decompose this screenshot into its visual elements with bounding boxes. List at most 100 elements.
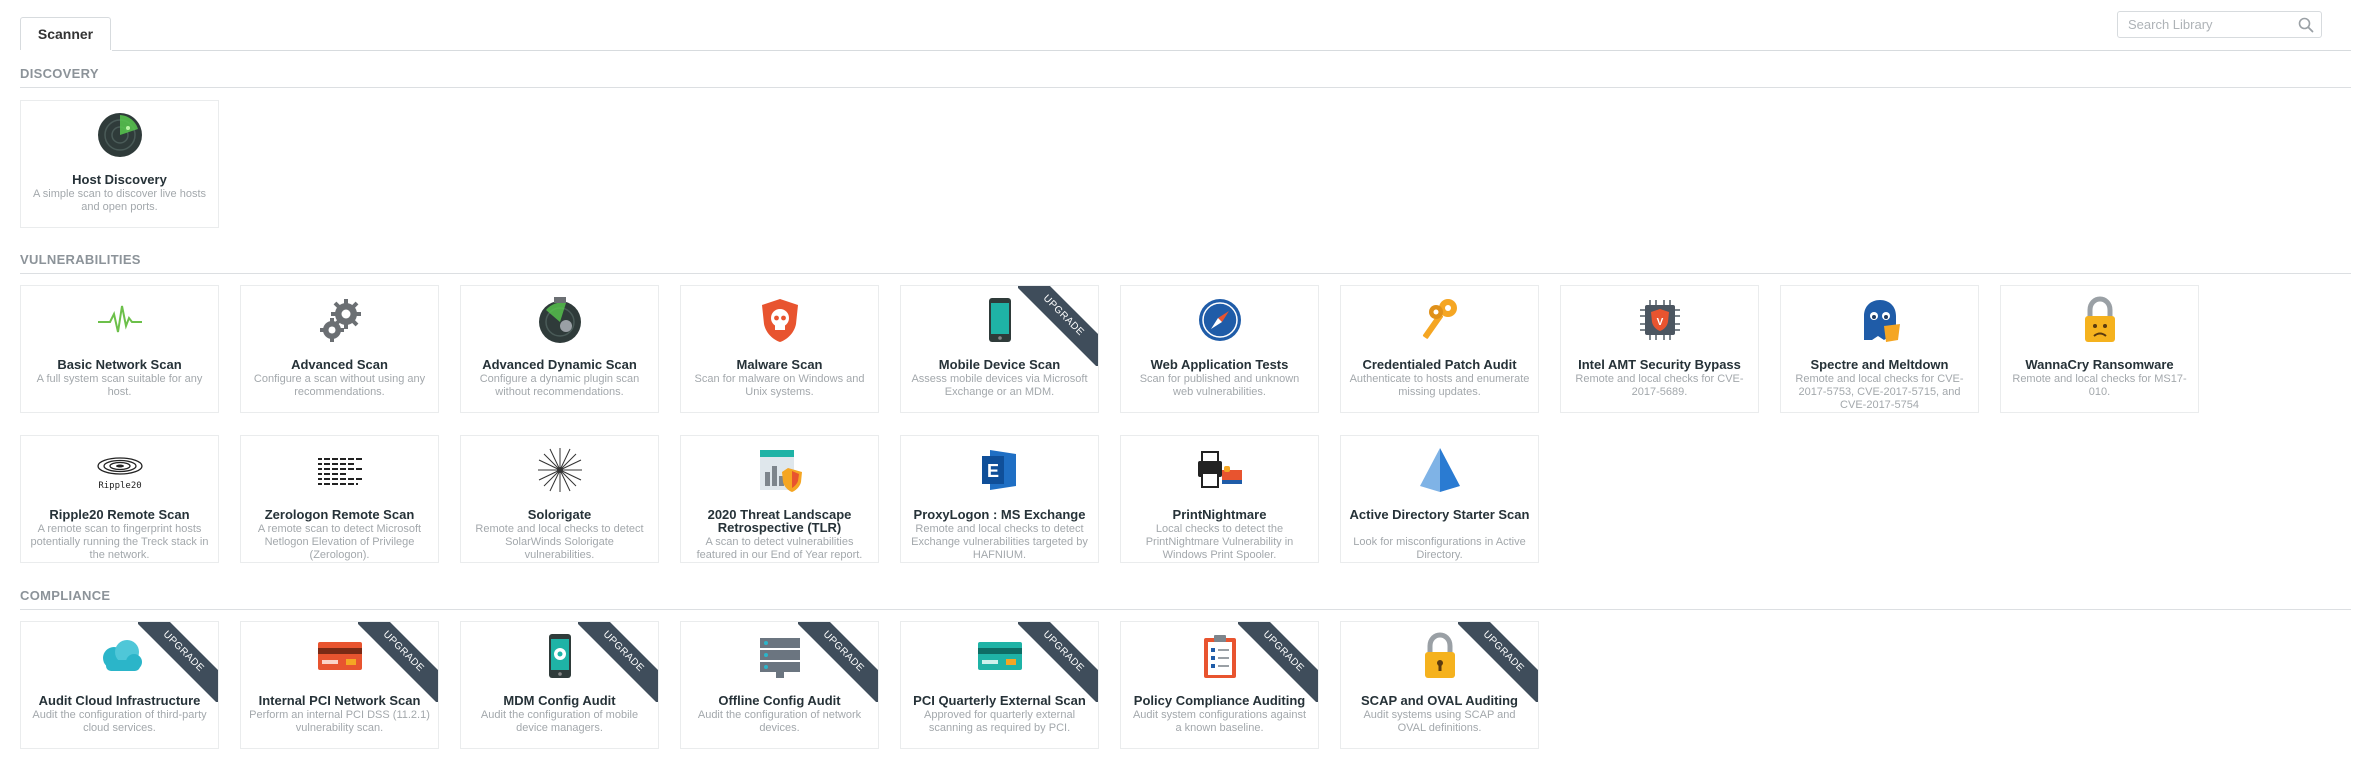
card-offline-config-audit[interactable]: Offline Config Audit Audit the configura…	[680, 621, 879, 749]
card-description: Remote and local checks for MS17-010.	[2012, 373, 2187, 398]
upgrade-ribbon: UPGRADE	[1238, 622, 1318, 702]
card-malware-scan[interactable]: Malware Scan Scan for malware on Windows…	[680, 285, 879, 413]
card-host-discovery[interactable]: Host Discovery A simple scan to discover…	[20, 100, 219, 228]
card-title: Ripple20 Remote Scan	[49, 507, 190, 522]
radar-icon	[96, 111, 144, 159]
section-divider	[20, 609, 2351, 610]
card-spectre-and-meltdown[interactable]: Spectre and Meltdown Remote and local ch…	[1780, 285, 1979, 413]
card-advanced-scan[interactable]: Advanced Scan Configure a scan without u…	[240, 285, 439, 413]
skull-shield-icon	[756, 296, 804, 344]
card-description: Configure a scan without using any recom…	[253, 373, 426, 398]
exchange-icon: E	[976, 446, 1024, 494]
upgrade-ribbon: UPGRADE	[138, 622, 218, 702]
upgrade-label: UPGRADE	[798, 622, 878, 702]
card-description: Remote and local checks to detect Exchan…	[911, 523, 1088, 561]
card-description: A full system scan suitable for any host…	[36, 373, 203, 398]
section-title-vulnerabilities: VULNERABILITIES	[20, 252, 141, 267]
card-title: Advanced Scan	[291, 357, 388, 372]
compass-icon	[1196, 296, 1244, 344]
card-description: Scan for malware on Windows and Unix sys…	[694, 373, 865, 398]
phone-icon	[976, 296, 1024, 344]
card-description: Local checks to detect the PrintNightmar…	[1145, 523, 1294, 561]
card-title: Zerologon Remote Scan	[264, 507, 415, 522]
upgrade-ribbon: UPGRADE	[1458, 622, 1538, 702]
card-zerologon-remote-scan[interactable]: Zerologon Remote Scan A remote scan to d…	[240, 435, 439, 563]
card-mdm-config-audit[interactable]: MDM Config Audit Audit the configuration…	[460, 621, 659, 749]
card-description: A remote scan to fingerprint hosts poten…	[30, 523, 209, 561]
svg-text:V: V	[1656, 317, 1663, 328]
upgrade-label: UPGRADE	[578, 622, 658, 702]
chip-icon: V	[1636, 296, 1684, 344]
card-title: Credentialed Patch Audit	[1362, 357, 1517, 372]
upgrade-label: UPGRADE	[1018, 622, 1098, 702]
card-title: Spectre and Meltdown	[1810, 357, 1949, 372]
card-description: Remote and local checks to detect SolarW…	[475, 523, 644, 561]
upgrade-ribbon: UPGRADE	[1018, 622, 1098, 702]
upgrade-label: UPGRADE	[1018, 286, 1098, 366]
card-description: Audit the configuration of network devic…	[697, 709, 862, 734]
padlock-sad-icon	[2076, 296, 2124, 344]
card-title: ProxyLogon : MS Exchange	[913, 507, 1086, 522]
card-description: Approved for quarterly external scanning…	[923, 709, 1076, 734]
clipboard-icon	[1196, 632, 1244, 680]
card-2020-threat-landscape[interactable]: 2020 Threat Landscape Retrospective (TLR…	[680, 435, 879, 563]
card-description: Look for misconfigurations in Active Dir…	[1353, 536, 1526, 561]
card-solorigate[interactable]: Solorigate Remote and local checks to de…	[460, 435, 659, 563]
card-advanced-dynamic-scan[interactable]: Advanced Dynamic Scan Configure a dynami…	[460, 285, 659, 413]
card-intel-amt-security-bypass[interactable]: V Intel AMT Security Bypass Remote and l…	[1560, 285, 1759, 413]
ghost-icon	[1856, 296, 1904, 344]
card-active-directory-starter-scan[interactable]: Active Directory Starter Scan Look for m…	[1340, 435, 1539, 563]
credit-card-teal-icon	[976, 632, 1024, 680]
radar-gear-icon	[536, 296, 584, 344]
card-title: Basic Network Scan	[57, 357, 182, 372]
upgrade-label: UPGRADE	[1238, 622, 1318, 702]
card-description: Audit the configuration of third-party c…	[32, 709, 207, 734]
card-web-application-tests[interactable]: Web Application Tests Scan for published…	[1120, 285, 1319, 413]
card-audit-cloud-infrastructure[interactable]: Audit Cloud Infrastructure Audit the con…	[20, 621, 219, 749]
card-title: Host Discovery	[72, 172, 167, 187]
search-input[interactable]	[2117, 11, 2322, 38]
tab-scanner[interactable]: Scanner	[20, 17, 111, 50]
printer-bed-icon	[1196, 446, 1244, 494]
card-policy-compliance-auditing[interactable]: Policy Compliance Auditing Audit system …	[1120, 621, 1319, 749]
upgrade-label: UPGRADE	[1458, 622, 1538, 702]
card-description: A scan to detect vulnerabilities feature…	[696, 536, 863, 561]
upgrade-ribbon: UPGRADE	[578, 622, 658, 702]
report-shield-icon	[756, 446, 804, 494]
card-description: Authenticate to hosts and enumerate miss…	[1349, 373, 1530, 398]
card-title: 2020 Threat Landscape Retrospective (TLR…	[707, 507, 852, 535]
card-description: Scan for published and unknown web vulne…	[1139, 373, 1300, 398]
card-scap-and-oval-auditing[interactable]: SCAP and OVAL Auditing Audit systems usi…	[1340, 621, 1539, 749]
card-title: Intel AMT Security Bypass	[1578, 357, 1741, 372]
upgrade-label: UPGRADE	[138, 622, 218, 702]
card-description: Perform an internal PCI DSS (11.2.1) vul…	[249, 709, 430, 734]
ripple20-logo-text: Ripple20	[98, 481, 141, 491]
card-printnightmare[interactable]: PrintNightmare Local checks to detect th…	[1120, 435, 1319, 563]
pyramid-icon	[1416, 446, 1464, 494]
server-icon	[756, 632, 804, 680]
card-credentialed-patch-audit[interactable]: Credentialed Patch Audit Authenticate to…	[1340, 285, 1539, 413]
upgrade-ribbon: UPGRADE	[798, 622, 878, 702]
card-title: PrintNightmare	[1172, 507, 1267, 522]
card-mobile-device-scan[interactable]: Mobile Device Scan Assess mobile devices…	[900, 285, 1099, 413]
card-description: Remote and local checks for CVE-2017-575…	[1795, 373, 1964, 411]
tab-bar: Scanner	[0, 0, 2353, 52]
upgrade-ribbon: UPGRADE	[1018, 286, 1098, 366]
card-description: Remote and local checks for CVE-2017-568…	[1575, 373, 1744, 398]
card-description: A simple scan to discover live hosts and…	[32, 188, 207, 213]
card-wannacry-ransomware[interactable]: WannaCry Ransomware Remote and local che…	[2000, 285, 2199, 413]
card-description: Audit the configuration of mobile device…	[480, 709, 639, 734]
upgrade-ribbon: UPGRADE	[358, 622, 438, 702]
svg-text:E: E	[986, 461, 998, 481]
search-icon[interactable]	[2297, 16, 2315, 34]
card-ripple20-remote-scan[interactable]: Ripple20 Ripple20 Remote Scan A remote s…	[20, 435, 219, 563]
card-proxylogon-ms-exchange[interactable]: E ProxyLogon : MS Exchange Remote and lo…	[900, 435, 1099, 563]
credit-card-icon	[316, 632, 364, 680]
card-basic-network-scan[interactable]: Basic Network Scan A full system scan su…	[20, 285, 219, 413]
card-description: A remote scan to detect Microsoft Netlog…	[257, 523, 422, 561]
card-pci-quarterly-external-scan[interactable]: PCI Quarterly External Scan Approved for…	[900, 621, 1099, 749]
starburst-icon	[536, 446, 584, 494]
section-divider	[20, 273, 2351, 274]
card-internal-pci-network-scan[interactable]: Internal PCI Network Scan Perform an int…	[240, 621, 439, 749]
card-title: Web Application Tests	[1150, 357, 1289, 372]
